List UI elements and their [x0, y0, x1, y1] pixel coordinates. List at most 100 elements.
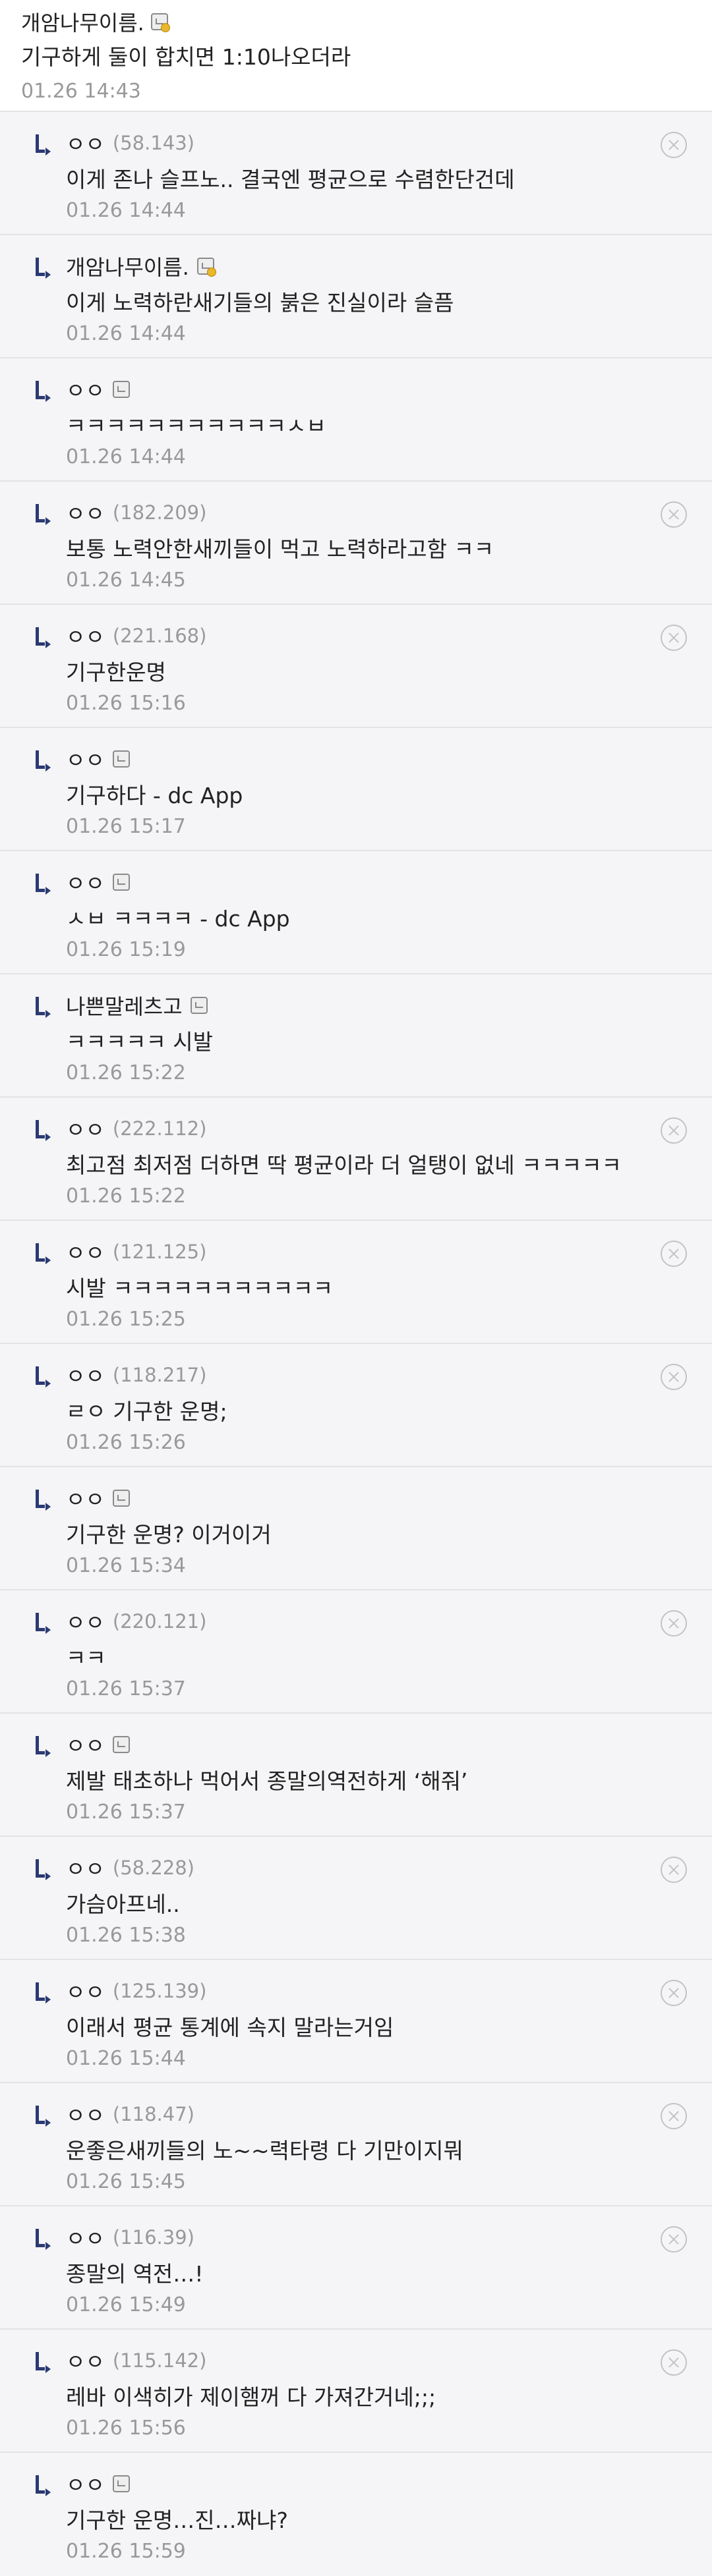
reply-nick[interactable]: ㅇㅇ	[66, 1113, 105, 1144]
reply-text: ㅅㅂ ㅋㅋㅋㅋ - dc App	[66, 906, 290, 932]
reply-ip: (221.168)	[112, 625, 207, 647]
reply-nick[interactable]: 나쁜말레츠고	[66, 990, 183, 1021]
delete-reply-icon[interactable]	[661, 1610, 687, 1637]
reply-nick[interactable]: ㅇㅇ	[66, 2469, 105, 2499]
reply-date: 01.26 14:44	[66, 199, 186, 222]
reply-nick[interactable]: ㅇㅇ	[66, 867, 105, 897]
reply-item: ㅇㅇ (118.217) ㄹㅇ 기구한 운명; 01.26 15:26	[0, 1344, 712, 1467]
reply-text: ㅋㅋㅋㅋㅋ 시발	[66, 1029, 214, 1055]
reply-item: ㅇㅇ (182.209) 보통 노력안한새끼들이 먹고 노력하라고함 ㅋㅋ 01.…	[0, 482, 712, 605]
reply-arrow-icon	[36, 134, 51, 155]
reply-item: ㅇㅇ (125.139) 이래서 평균 통계에 속지 말라는거임 01.26 15…	[0, 1960, 712, 2083]
nick-badge-icon	[112, 874, 130, 891]
reply-arrow-icon	[36, 1859, 51, 1880]
reply-date: 01.26 15:37	[66, 1801, 186, 1824]
reply-arrow-icon	[36, 1490, 51, 1511]
reply-ip: (222.112)	[112, 1117, 207, 1140]
delete-reply-icon[interactable]	[661, 1117, 687, 1144]
reply-item: ㅇㅇ (121.125) 시발 ㅋㅋㅋㅋㅋㅋㅋㅋㅋㅋㅋ 01.26 15:25	[0, 1221, 712, 1344]
reply-item: ㅇㅇ (118.47) 운좋은새끼들의 노~~력타령 다 기만이지뭐 01.26 …	[0, 2083, 712, 2206]
reply-date: 01.26 15:22	[66, 1185, 186, 1208]
nick-badge-icon	[190, 997, 208, 1014]
reply-ip: (121.125)	[112, 1241, 207, 1263]
reply-item: ㅇㅇ 제발 태초하나 먹어서 종말의역전하게 ‘해줘’ 01.26 15:37	[0, 1714, 712, 1837]
reply-ip: (58.143)	[112, 132, 194, 154]
reply-nick[interactable]: ㅇㅇ	[66, 128, 105, 158]
reply-nick[interactable]: ㅇㅇ	[66, 374, 105, 405]
reply-nick[interactable]: ㅇㅇ	[66, 1606, 105, 1637]
reply-nick[interactable]: ㅇㅇ	[66, 1483, 105, 1513]
reply-item: ㅇㅇ 기구하다 - dc App 01.26 15:17	[0, 728, 712, 851]
reply-date: 01.26 15:22	[66, 1061, 186, 1084]
delete-reply-icon[interactable]	[661, 1980, 687, 2006]
reply-date: 01.26 15:17	[66, 815, 186, 838]
reply-item: ㅇㅇ ㅅㅂ ㅋㅋㅋㅋ - dc App 01.26 15:19	[0, 851, 712, 974]
reply-date: 01.26 15:34	[66, 1554, 186, 1577]
reply-nick[interactable]: ㅇㅇ	[66, 2345, 105, 2376]
reply-nick[interactable]: ㅇㅇ	[66, 497, 105, 528]
reply-item: ㅇㅇ 기구한 운명…진…짜냐? 01.26 15:59	[0, 2453, 712, 2576]
reply-text: 가슴아프네..	[66, 1891, 180, 1917]
reply-nick[interactable]: ㅇㅇ	[66, 1729, 105, 1760]
reply-ip: (116.39)	[112, 2226, 194, 2249]
reply-item: ㅇㅇ (222.112) 최고점 최저점 더하면 딱 평균이라 더 얼탱이 없네 …	[0, 1098, 712, 1221]
delete-reply-icon[interactable]	[661, 1364, 687, 1390]
reply-ip: (220.121)	[112, 1610, 207, 1633]
reply-nick[interactable]: ㅇㅇ	[66, 1237, 105, 1267]
delete-reply-icon[interactable]	[661, 625, 687, 651]
reply-date: 01.26 15:19	[66, 938, 186, 961]
nick-badge-icon	[112, 381, 130, 398]
reply-item: ㅇㅇ (58.228) 가슴아프네.. 01.26 15:38	[0, 1837, 712, 1960]
reply-arrow-icon	[36, 258, 51, 279]
reply-ip: (118.217)	[112, 1364, 207, 1386]
reply-item: 개암나무이름. 이게 노력하란새기들의 붉은 진실이라 슬픔 01.26 14:…	[0, 235, 712, 358]
reply-nick[interactable]: ㅇㅇ	[66, 1360, 105, 1390]
reply-arrow-icon	[36, 750, 51, 771]
reply-arrow-icon	[36, 1366, 51, 1387]
reply-text: ㅋㅋ	[66, 1645, 106, 1671]
fixed-nick-icon	[196, 258, 216, 277]
nick-badge-icon	[112, 1736, 130, 1753]
fixed-nick-icon	[150, 13, 170, 32]
delete-reply-icon[interactable]	[661, 2349, 687, 2376]
reply-arrow-icon	[36, 1736, 51, 1757]
delete-reply-icon[interactable]	[661, 1857, 687, 1883]
reply-text: 기구한 운명…진…짜냐?	[66, 2507, 288, 2533]
nick-badge-icon	[112, 750, 130, 768]
reply-date: 01.26 15:56	[66, 2417, 186, 2440]
reply-text: 운좋은새끼들의 노~~력타령 다 기만이지뭐	[66, 2138, 463, 2164]
delete-reply-icon[interactable]	[661, 501, 687, 528]
reply-nick[interactable]: ㅇㅇ	[66, 2099, 105, 2129]
reply-text: 기구한 운명? 이거이거	[66, 1522, 272, 1548]
reply-text: 최고점 최저점 더하면 딱 평균이라 더 얼탱이 없네 ㅋㅋㅋㅋㅋ	[66, 1152, 622, 1178]
reply-text: ㅋㅋㅋㅋㅋㅋㅋㅋㅋㅋㅋㅅㅂ	[66, 413, 326, 439]
reply-date: 01.26 15:25	[66, 1308, 186, 1331]
reply-text: ㄹㅇ 기구한 운명;	[66, 1399, 227, 1424]
delete-reply-icon[interactable]	[661, 2103, 687, 2129]
reply-text: 종말의 역전…!	[66, 2261, 204, 2287]
comment-text: 기구하게 둘이 합치면 1:10나오더라	[21, 44, 351, 70]
reply-nick[interactable]: 개암나무이름.	[66, 251, 189, 281]
reply-item: ㅇㅇ (221.168) 기구한운명 01.26 15:16	[0, 605, 712, 728]
reply-nick[interactable]: ㅇㅇ	[66, 744, 105, 774]
reply-item: ㅇㅇ (220.121) ㅋㅋ 01.26 15:37	[0, 1590, 712, 1714]
reply-arrow-icon	[36, 627, 51, 648]
delete-reply-icon[interactable]	[661, 2226, 687, 2253]
reply-arrow-icon	[36, 2475, 51, 2496]
reply-nick[interactable]: ㅇㅇ	[66, 1976, 105, 2006]
reply-date: 01.26 15:45	[66, 2170, 186, 2193]
reply-nick[interactable]: ㅇㅇ	[66, 2222, 105, 2253]
reply-item: ㅇㅇ (58.143) 이게 존나 슬프노.. 결국엔 평균으로 수렴한단건데 0…	[0, 112, 712, 235]
comment-author[interactable]: 개암나무이름.	[21, 7, 144, 37]
delete-reply-icon[interactable]	[661, 132, 687, 158]
reply-date: 01.26 15:26	[66, 1431, 186, 1454]
reply-arrow-icon	[36, 2352, 51, 2373]
reply-nick[interactable]: ㅇㅇ	[66, 1853, 105, 1883]
delete-reply-icon[interactable]	[661, 1241, 687, 1267]
reply-text: 레바 이색히가 제이햄꺼 다 가져간거네;;;	[66, 2384, 436, 2410]
reply-arrow-icon	[36, 1982, 51, 2003]
reply-nick[interactable]: ㅇㅇ	[66, 621, 105, 651]
reply-arrow-icon	[36, 2106, 51, 2127]
nick-badge-icon	[112, 2475, 130, 2492]
main-comment: 개암나무이름. 기구하게 둘이 합치면 1:10나오더라 01.26 14:43	[0, 0, 712, 112]
